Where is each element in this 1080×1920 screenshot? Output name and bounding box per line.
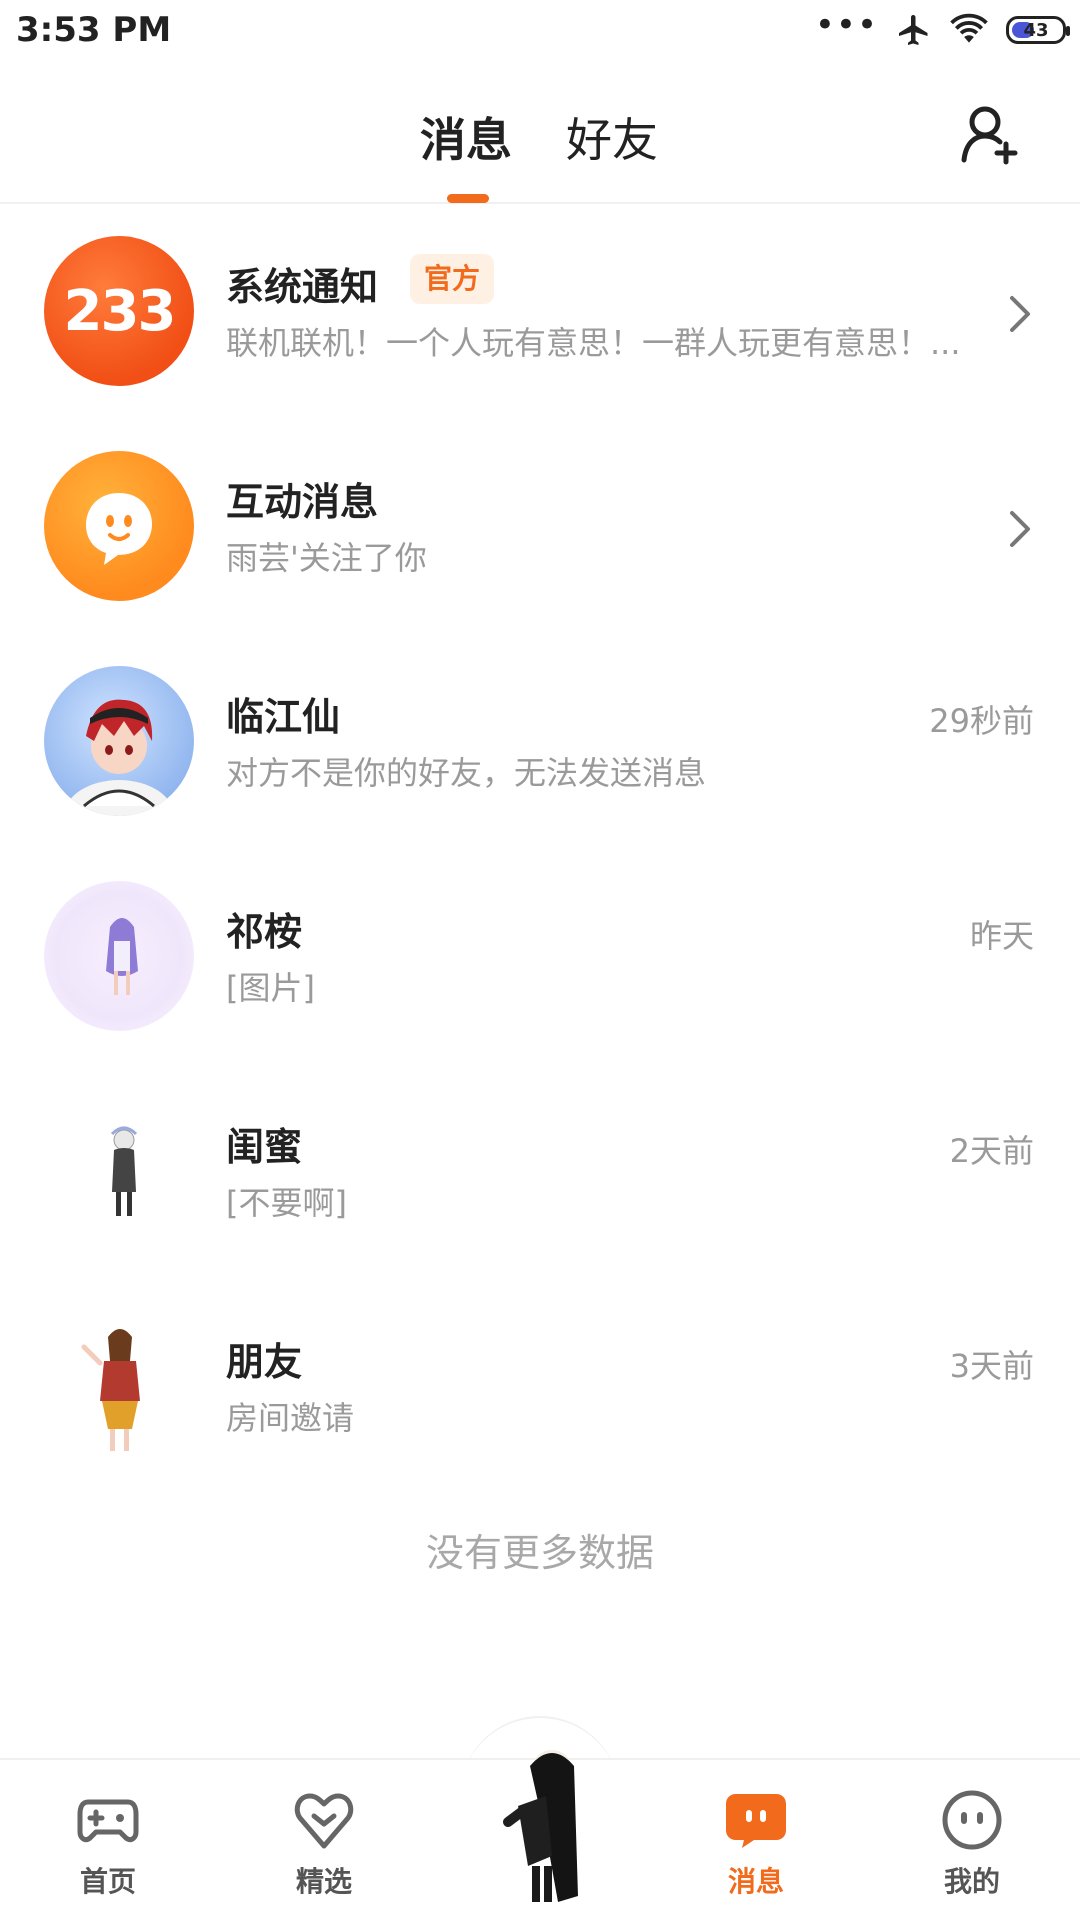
conversation-name: 互动消息 [226, 480, 379, 524]
status-icons: ••• 43 [815, 8, 1070, 48]
conversation-time: 3天前 [949, 1347, 1034, 1385]
wifi-icon [950, 13, 988, 43]
official-badge: 官方 [410, 254, 495, 304]
tab-messages[interactable]: 消息 [420, 104, 512, 170]
user-avatar-image [110, 1126, 138, 1216]
status-time: 3:53 PM [16, 10, 172, 50]
conversation-name: 朋友 [226, 1340, 303, 1384]
avatar-character[interactable] [478, 1726, 602, 1910]
conversation-preview: [不要啊] [226, 1184, 347, 1222]
conversation-preview: 房间邀请 [226, 1399, 355, 1437]
conversation-preview: 对方不是你的好友，无法发送消息 [226, 754, 707, 792]
user-avatar [44, 1096, 194, 1246]
more-dots-icon: ••• [814, 5, 878, 45]
conversation-time: 昨天 [969, 917, 1034, 955]
message-icon [726, 1794, 786, 1848]
conversation-name: 系统通知 [226, 265, 379, 309]
airplane-icon [899, 15, 928, 45]
gamepad-icon [77, 1799, 139, 1843]
avatar-233-text: 233 [63, 278, 177, 344]
user-avatar [44, 1311, 194, 1461]
status-bar: 3:53 PM ••• 43 [0, 0, 1080, 66]
active-tab-indicator [447, 194, 489, 203]
add-user-icon[interactable] [958, 102, 1024, 168]
conversation-row[interactable]: 临江仙 29秒前 对方不是你的好友，无法发送消息 [0, 636, 1080, 851]
conversation-name: 临江仙 [226, 695, 341, 739]
conversation-name: 祁桉 [226, 910, 303, 954]
top-tab-bar: 消息 好友 [0, 66, 1080, 204]
battery-level: 43 [1023, 19, 1049, 41]
user-avatar [44, 881, 194, 1031]
messages-screen: 3:53 PM ••• 43 消息 好友 233 系统通知 官方 联机联机！一个… [0, 0, 1080, 1920]
conversation-row[interactable]: 祁桉 昨天 [图片] [0, 851, 1080, 1066]
battery-icon: 43 [1006, 16, 1070, 44]
chevron-right-icon [1010, 511, 1030, 547]
user-avatar-image [64, 699, 174, 816]
interaction-avatar [44, 451, 194, 601]
system-avatar: 233 [44, 236, 194, 386]
profile-face-icon [942, 1790, 1002, 1850]
conversation-time: 2天前 [949, 1132, 1034, 1170]
conversation-row-interactions[interactable]: 互动消息 雨芸'关注了你 [0, 421, 1080, 636]
nav-profile[interactable]: 我的 [902, 1788, 1042, 1900]
chevron-right-icon [1010, 296, 1030, 332]
nav-label: 精选 [295, 1865, 352, 1898]
user-avatar-image [81, 1329, 140, 1451]
conversation-row-system[interactable]: 233 系统通知 官方 联机联机！一个人玩有意思！一群人玩更有意思！... [0, 206, 1080, 421]
nav-home[interactable]: 首页 [38, 1788, 178, 1900]
conversation-preview: 雨芸'关注了你 [226, 539, 427, 577]
conversation-name: 闺蜜 [226, 1125, 303, 1169]
user-avatar [44, 666, 194, 816]
user-avatar-image [106, 918, 138, 995]
nav-label: 消息 [727, 1865, 784, 1898]
conversation-list: 233 系统通知 官方 联机联机！一个人玩有意思！一群人玩更有意思！... 互动… [0, 206, 1080, 1496]
nav-label: 首页 [79, 1865, 136, 1898]
nav-featured[interactable]: 精选 [254, 1788, 394, 1900]
conversation-time: 29秒前 [929, 702, 1034, 740]
heart-icon [294, 1793, 354, 1849]
no-more-data-text: 没有更多数据 [425, 1531, 654, 1575]
conversation-row[interactable]: 闺蜜 2天前 [不要啊] [0, 1066, 1080, 1281]
conversation-preview: [图片] [226, 969, 315, 1007]
conversation-preview: 联机联机！一个人玩有意思！一群人玩更有意思！... [226, 324, 961, 362]
chat-smile-icon [86, 493, 152, 565]
nav-messages[interactable]: 消息 [686, 1788, 826, 1900]
tab-friends[interactable]: 好友 [566, 104, 658, 170]
conversation-row[interactable]: 朋友 3天前 房间邀请 [0, 1281, 1080, 1496]
nav-label: 我的 [943, 1865, 1000, 1898]
